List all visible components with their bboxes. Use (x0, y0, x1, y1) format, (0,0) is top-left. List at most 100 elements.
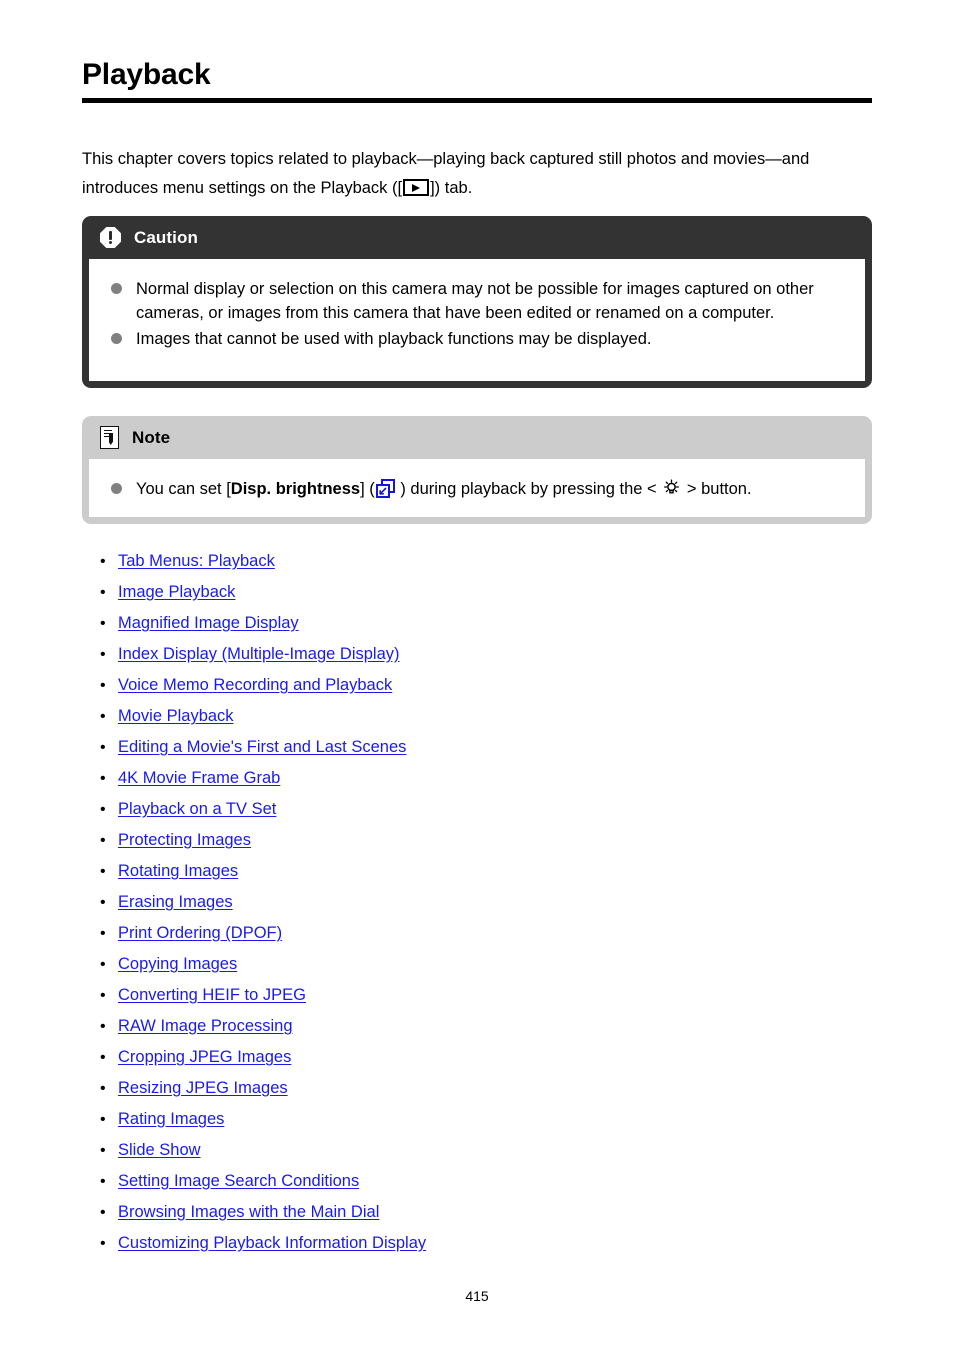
list-item: • Erasing Images (100, 893, 800, 924)
list-item: • Print Ordering (DPOF) (100, 924, 800, 955)
topic-link-browsing-images-with-main-dial[interactable]: Browsing Images with the Main Dial (118, 1203, 379, 1222)
list-item: • Tab Menus: Playback (100, 552, 800, 583)
bullet-icon: • (100, 615, 106, 632)
list-item: • Playback on a TV Set (100, 800, 800, 831)
bullet-icon: • (100, 1080, 106, 1097)
bullet-icon: • (100, 894, 106, 911)
topic-link-print-ordering-dpof[interactable]: Print Ordering (DPOF) (118, 924, 282, 943)
bullet-icon: • (100, 1204, 106, 1221)
bullet-icon: • (100, 584, 106, 601)
list-item: • Magnified Image Display (100, 614, 800, 645)
bullet-icon: • (100, 1142, 106, 1159)
bullet-icon: • (100, 646, 106, 663)
exclamation-icon (100, 227, 121, 248)
list-item: • Image Playback (100, 583, 800, 614)
page-title: Playback (82, 58, 211, 91)
intro-paragraph: This chapter covers topics related to pl… (82, 145, 842, 203)
list-item: • Converting HEIF to JPEG (100, 986, 800, 1017)
list-item: • Protecting Images (100, 831, 800, 862)
list-item: • Browsing Images with the Main Dial (100, 1203, 800, 1234)
topic-link-customizing-playback-information-display[interactable]: Customizing Playback Information Display (118, 1234, 426, 1253)
note-text-middle: ) during playback by pressing the < (395, 480, 662, 498)
caution-item-text: Images that cannot be used with playback… (136, 330, 652, 348)
topic-link-movie-playback[interactable]: Movie Playback (118, 707, 234, 726)
bullet-icon: • (100, 708, 106, 725)
caution-callout-header: Caution (82, 216, 872, 259)
note-list-item: You can set [Disp. brightness] ( ) durin… (105, 477, 849, 501)
caution-callout-title: Caution (134, 227, 198, 247)
topic-link-list: • Tab Menus: Playback • Image Playback • Ma… (100, 552, 800, 1265)
topic-link-image-playback[interactable]: Image Playback (118, 583, 235, 602)
topic-link-setting-image-search-conditions[interactable]: Setting Image Search Conditions (118, 1172, 359, 1191)
list-item: • 4K Movie Frame Grab (100, 769, 800, 800)
topic-link-magnified-image-display[interactable]: Magnified Image Display (118, 614, 299, 633)
topic-link-index-display[interactable]: Index Display (Multiple-Image Display) (118, 645, 400, 664)
note-text-after-bracket: ] ( (360, 480, 375, 498)
note-callout-body: You can set [Disp. brightness] ( ) durin… (89, 459, 865, 517)
caution-callout: Caution Normal display or selection on t… (82, 216, 872, 388)
note-callout-header: Note (82, 416, 872, 459)
caution-list-item: Images that cannot be used with playback… (105, 327, 849, 351)
list-item: • Rating Images (100, 1110, 800, 1141)
bullet-icon: • (100, 925, 106, 942)
list-item: • Editing a Movie's First and Last Scenes (100, 738, 800, 769)
bullet-icon: • (100, 1173, 106, 1190)
topic-link-4k-movie-frame-grab[interactable]: 4K Movie Frame Grab (118, 769, 280, 788)
topic-link-rating-images[interactable]: Rating Images (118, 1110, 224, 1129)
list-item: • Copying Images (100, 955, 800, 986)
bullet-dot-icon (111, 333, 122, 344)
note-sheet-icon (100, 426, 119, 449)
topic-link-erasing-images[interactable]: Erasing Images (118, 893, 233, 912)
brightness-lamp-icon (662, 479, 681, 498)
caution-callout-body: Normal display or selection on this came… (89, 259, 865, 381)
list-item: • Slide Show (100, 1141, 800, 1172)
list-item: • Movie Playback (100, 707, 800, 738)
bullet-icon: • (100, 1049, 106, 1066)
note-item-text: You can set [Disp. brightness] ( ) durin… (136, 477, 849, 501)
topic-link-slide-show[interactable]: Slide Show (118, 1141, 201, 1160)
bullet-icon: • (100, 553, 106, 570)
note-text-after: > button. (682, 480, 752, 498)
bullet-icon: • (100, 863, 106, 880)
topic-link-voice-memo-recording-and-playback[interactable]: Voice Memo Recording and Playback (118, 676, 392, 695)
topic-link-rotating-images[interactable]: Rotating Images (118, 862, 238, 881)
page-number: 415 (465, 1288, 489, 1304)
topic-link-cropping-jpeg-images[interactable]: Cropping JPEG Images (118, 1048, 291, 1067)
document-page: Playback This chapter covers topics rela… (0, 0, 954, 1345)
list-item: • Rotating Images (100, 862, 800, 893)
intro-text-part2: ]) tab. (430, 179, 473, 197)
caution-item-text: Normal display or selection on this came… (136, 280, 814, 322)
page-title-block: Playback (82, 57, 872, 103)
bullet-icon: • (100, 1018, 106, 1035)
bullet-icon: • (100, 1111, 106, 1128)
topic-link-editing-movie-scenes[interactable]: Editing a Movie's First and Last Scenes (118, 738, 406, 757)
topic-link-resizing-jpeg-images[interactable]: Resizing JPEG Images (118, 1079, 288, 1098)
bullet-dot-icon (111, 483, 122, 494)
bullet-dot-icon (111, 283, 122, 294)
play-tab-icon (403, 179, 430, 196)
bullet-icon: • (100, 956, 106, 973)
list-item: • Setting Image Search Conditions (100, 1172, 800, 1203)
topic-link-copying-images[interactable]: Copying Images (118, 955, 237, 974)
topic-link-raw-image-processing[interactable]: RAW Image Processing (118, 1017, 293, 1036)
bullet-icon: • (100, 739, 106, 756)
bullet-icon: • (100, 987, 106, 1004)
title-divider (82, 98, 872, 103)
topic-link-tab-menus-playback[interactable]: Tab Menus: Playback (118, 552, 275, 571)
note-callout-title: Note (132, 427, 171, 447)
note-setting-name: Disp. brightness (230, 480, 361, 498)
list-item: • Customizing Playback Information Displa… (100, 1234, 800, 1265)
list-item: • Index Display (Multiple-Image Display) (100, 645, 800, 676)
bullet-icon: • (100, 1235, 106, 1252)
bullet-icon: • (100, 801, 106, 818)
list-item: • RAW Image Processing (100, 1017, 800, 1048)
note-text-before: You can set [ (136, 480, 231, 498)
list-item: • Resizing JPEG Images (100, 1079, 800, 1110)
bullet-icon: • (100, 770, 106, 787)
jump-to-page-icon[interactable] (375, 479, 395, 498)
topic-link-protecting-images[interactable]: Protecting Images (118, 831, 251, 850)
topic-link-converting-heif-to-jpeg[interactable]: Converting HEIF to JPEG (118, 986, 306, 1005)
topic-link-playback-on-a-tv-set[interactable]: Playback on a TV Set (118, 800, 276, 819)
bullet-icon: • (100, 677, 106, 694)
list-item: • Cropping JPEG Images (100, 1048, 800, 1079)
